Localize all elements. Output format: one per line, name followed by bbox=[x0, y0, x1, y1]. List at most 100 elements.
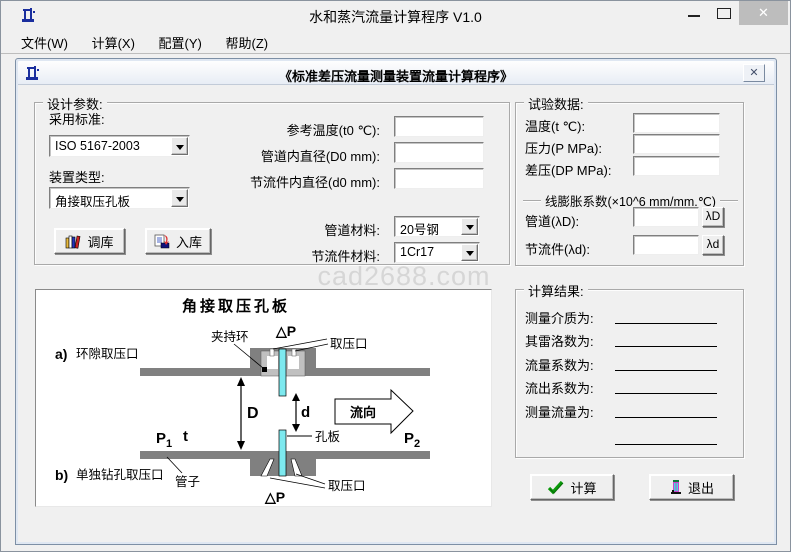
dp-bottom-label: △P bbox=[264, 489, 285, 505]
menu-file[interactable]: 文件(W) bbox=[11, 28, 78, 56]
diff-pressure-input[interactable] bbox=[633, 156, 720, 176]
menubar: 文件(W) 计算(X) 配置(Y) 帮助(Z) bbox=[1, 28, 790, 54]
load-library-button[interactable]: 调库 bbox=[54, 228, 125, 254]
p2-label: P2 bbox=[404, 430, 420, 450]
throttle-expansion-button[interactable]: λd bbox=[702, 235, 724, 255]
dialog-client: cad2688.com 设计参数: 采用标准: ISO 5167-2003 装置… bbox=[17, 86, 777, 545]
variant-b-prefix: b) bbox=[55, 467, 68, 483]
result-discharge-label: 流出系数为: bbox=[525, 378, 594, 397]
store-library-label: 入库 bbox=[176, 232, 202, 251]
check-icon bbox=[547, 480, 565, 495]
tap-slit-left bbox=[270, 349, 274, 356]
temperature-label: 温度(t ℃): bbox=[525, 116, 585, 135]
orifice-plate-upper bbox=[279, 349, 286, 396]
standard-combobox[interactable]: ISO 5167-2003 bbox=[49, 135, 190, 157]
flow-label: 流向 bbox=[350, 405, 376, 420]
chevron-down-icon bbox=[466, 251, 474, 256]
pipe-leader-line bbox=[167, 457, 182, 473]
dim-D-arrowhead-bottom bbox=[237, 441, 245, 450]
maximize-icon bbox=[717, 8, 731, 19]
result-medium-value-line bbox=[615, 323, 717, 324]
device-type-value: 角接取压孔板 bbox=[55, 191, 130, 210]
tap-bottom-label: 取压口 bbox=[328, 479, 366, 493]
throttle-material-label: 节流件材料: bbox=[235, 246, 380, 265]
standard-dropdown-button[interactable] bbox=[171, 137, 188, 155]
throttle-expansion-input[interactable] bbox=[633, 235, 699, 255]
pipe-expansion-label: 管道(λD): bbox=[525, 211, 579, 230]
menu-config[interactable]: 配置(Y) bbox=[149, 28, 212, 56]
annular-slot-right bbox=[288, 356, 299, 369]
minimize-button[interactable] bbox=[679, 1, 709, 25]
tap-top-leader-1 bbox=[273, 339, 327, 349]
dp-top-label: △P bbox=[275, 323, 296, 339]
variant-a-label: 环隙取压口 bbox=[76, 347, 139, 361]
result-flowcoef-value-line bbox=[615, 370, 717, 371]
pipe-expansion-button[interactable]: λD bbox=[702, 207, 724, 227]
throttle-expansion-label: 节流件(λd): bbox=[525, 239, 590, 258]
dim-d-arrowhead-bottom bbox=[292, 424, 300, 432]
result-flowcoef-label: 流量系数为: bbox=[525, 355, 594, 374]
pipe-material-label: 管道材料: bbox=[235, 220, 380, 239]
group-results: 计算结果: 测量介质为: 其雷洛数为: 流量系数为: 流出系数为: 测量流量为: bbox=[515, 289, 744, 458]
result-discharge-value-line bbox=[615, 393, 717, 394]
calculate-button[interactable]: 计算 bbox=[530, 474, 614, 500]
menu-calc[interactable]: 计算(X) bbox=[82, 28, 145, 56]
save-to-library-icon bbox=[154, 234, 171, 249]
ref-temp-input[interactable] bbox=[394, 116, 484, 137]
pressure-input[interactable] bbox=[633, 134, 720, 154]
result-reynolds-label: 其雷洛数为: bbox=[525, 331, 594, 350]
p1-label: P1 bbox=[156, 430, 172, 450]
device-type-combobox[interactable]: 角接取压孔板 bbox=[49, 187, 190, 209]
annular-slot-left bbox=[267, 356, 278, 369]
diagram-title: 角接取压孔板 bbox=[182, 297, 290, 315]
close-icon: ✕ bbox=[758, 5, 769, 20]
maximize-button[interactable] bbox=[709, 1, 739, 25]
clamp-ring-label: 夹持环 bbox=[211, 329, 249, 344]
pipe-material-combobox[interactable]: 20号钢 bbox=[394, 216, 480, 237]
t-label: t bbox=[183, 428, 188, 445]
result-medium-label: 测量介质为: bbox=[525, 308, 594, 327]
temperature-input[interactable] bbox=[633, 113, 720, 133]
menu-help[interactable]: 帮助(Z) bbox=[216, 28, 279, 56]
dialog-titlebar: 《标准差压流量测量装置流量计算程序》 ✕ bbox=[18, 61, 774, 85]
orifice-plate-label: 孔板 bbox=[315, 430, 341, 444]
throttle-material-combobox[interactable]: 1Cr17 bbox=[394, 242, 480, 263]
throttle-material-value: 1Cr17 bbox=[400, 245, 434, 259]
minimize-icon bbox=[688, 15, 700, 17]
dialog-title: 《标准差压流量测量装置流量计算程序》 bbox=[18, 66, 774, 85]
watermark: cad2688.com bbox=[314, 261, 494, 292]
books-icon bbox=[65, 234, 82, 249]
chevron-down-icon bbox=[466, 225, 474, 230]
throttle-diameter-input[interactable] bbox=[394, 168, 484, 189]
group-design-params: 设计参数: 采用标准: ISO 5167-2003 装置类型: 角接取压孔板 bbox=[34, 102, 510, 265]
dim-d-arrowhead-top bbox=[292, 393, 300, 401]
pipe-annotation-label: 管子 bbox=[175, 474, 200, 489]
group-results-label: 计算结果: bbox=[524, 281, 588, 300]
dim-D-label: D bbox=[247, 405, 259, 422]
dim-d-label: d bbox=[301, 404, 310, 421]
group-test-data: 试验数据: 温度(t ℃): 压力(P MPa): 差压(DP MPa): 线膨… bbox=[515, 102, 744, 266]
throttle-diameter-label: 节流件内直径(d0 mm): bbox=[195, 172, 380, 191]
store-library-button[interactable]: 入库 bbox=[145, 228, 211, 254]
device-type-dropdown-button[interactable] bbox=[171, 189, 188, 207]
dialog-close-button[interactable]: ✕ bbox=[743, 64, 765, 82]
exit-door-icon bbox=[669, 479, 683, 495]
pipe-material-dropdown-button[interactable] bbox=[461, 218, 478, 235]
calculate-label: 计算 bbox=[570, 478, 596, 497]
chevron-down-icon bbox=[176, 145, 184, 150]
pipe-expansion-input[interactable] bbox=[633, 207, 699, 227]
diff-pressure-label: 差压(DP MPa): bbox=[525, 160, 611, 179]
variant-b-label: 单独钻孔取压口 bbox=[76, 467, 164, 482]
app-window: 水和蒸汽流量计算程序 V1.0 ✕ 文件(W) 计算(X) 配置(Y) 帮助(Z… bbox=[0, 0, 791, 552]
group-test-data-label: 试验数据: bbox=[524, 94, 588, 113]
close-button[interactable]: ✕ bbox=[739, 1, 788, 25]
titlebar: 水和蒸汽流量计算程序 V1.0 ✕ bbox=[1, 1, 790, 27]
throttle-material-dropdown-button[interactable] bbox=[461, 244, 478, 261]
variant-a-prefix: a) bbox=[55, 346, 67, 362]
result-flowrate-label: 测量流量为: bbox=[525, 402, 594, 421]
device-type-label: 装置类型: bbox=[49, 167, 105, 186]
result-extra-value-line bbox=[615, 444, 717, 445]
exit-button[interactable]: 退出 bbox=[649, 474, 734, 500]
pipe-diameter-input[interactable] bbox=[394, 142, 484, 163]
result-flowrate-value-line bbox=[615, 417, 717, 418]
